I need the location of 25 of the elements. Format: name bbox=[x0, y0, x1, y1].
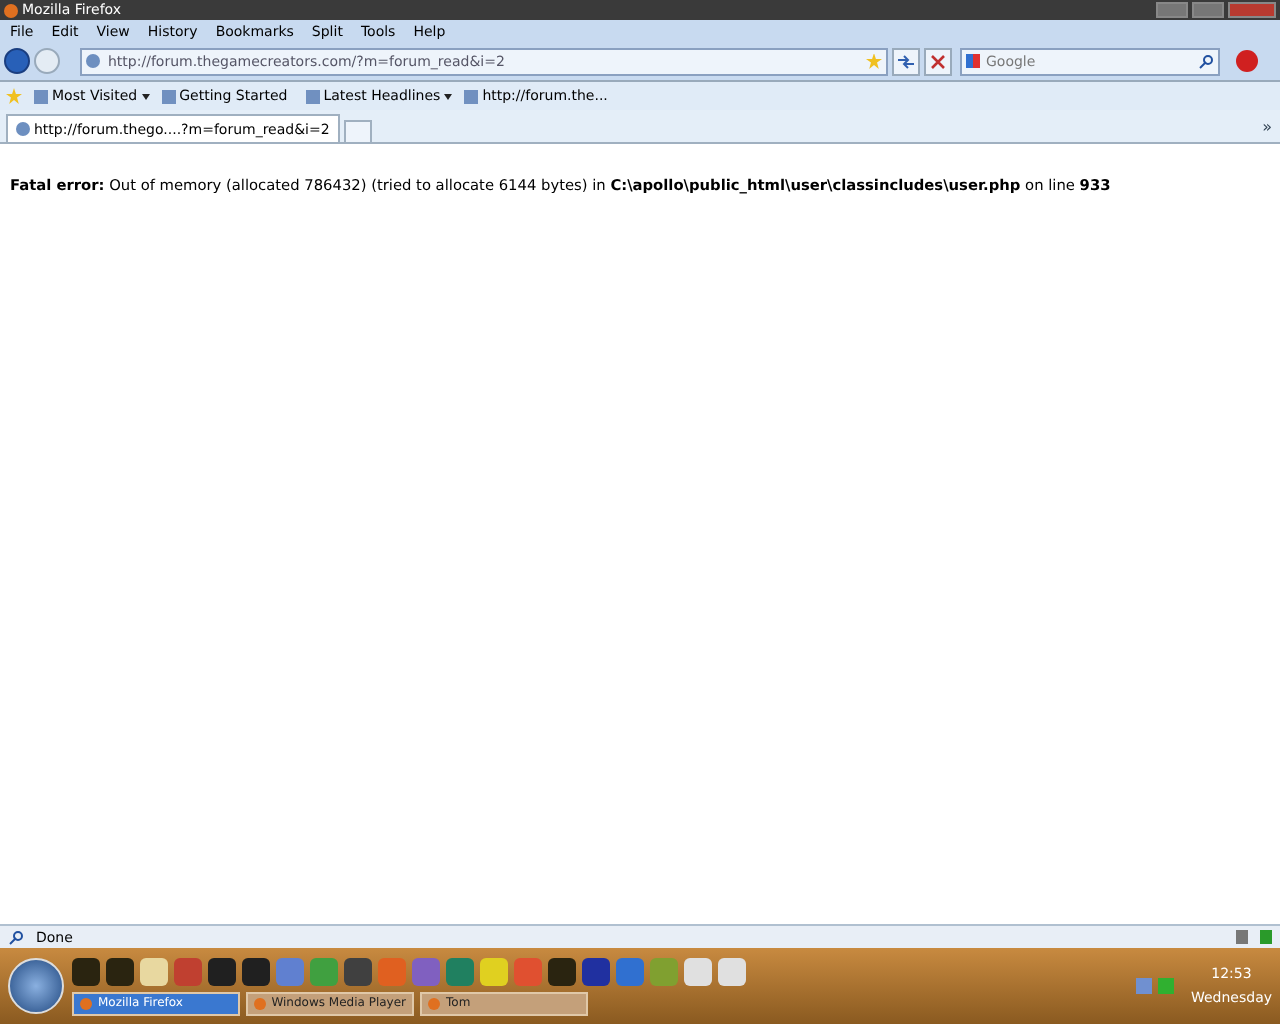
maximize-button[interactable] bbox=[1192, 2, 1224, 18]
app-icon[interactable] bbox=[582, 957, 610, 985]
browser-logo-icon bbox=[4, 3, 18, 17]
back-button[interactable] bbox=[4, 48, 30, 74]
reload-button[interactable] bbox=[892, 47, 920, 75]
start-button[interactable] bbox=[8, 958, 64, 1014]
tab-overflow-button[interactable]: » bbox=[1254, 117, 1280, 135]
close-button[interactable] bbox=[1228, 2, 1276, 18]
app-icon[interactable] bbox=[72, 957, 100, 985]
app-icon[interactable] bbox=[140, 957, 168, 985]
arrows-icon bbox=[896, 53, 916, 69]
close-icon bbox=[930, 53, 946, 69]
app-icon[interactable] bbox=[684, 957, 712, 985]
app-icon[interactable] bbox=[242, 957, 270, 985]
app-icon[interactable] bbox=[344, 957, 372, 985]
site-icon bbox=[86, 54, 100, 68]
app-icon[interactable] bbox=[548, 957, 576, 985]
search-icon bbox=[8, 929, 24, 945]
app-icon[interactable] bbox=[106, 957, 134, 985]
minimize-button[interactable] bbox=[1156, 2, 1188, 18]
search-icon[interactable] bbox=[1198, 53, 1214, 69]
app-icon[interactable] bbox=[208, 957, 236, 985]
new-tab-button[interactable] bbox=[343, 120, 372, 142]
app-icon[interactable] bbox=[718, 957, 746, 985]
stop-button[interactable] bbox=[924, 47, 952, 75]
